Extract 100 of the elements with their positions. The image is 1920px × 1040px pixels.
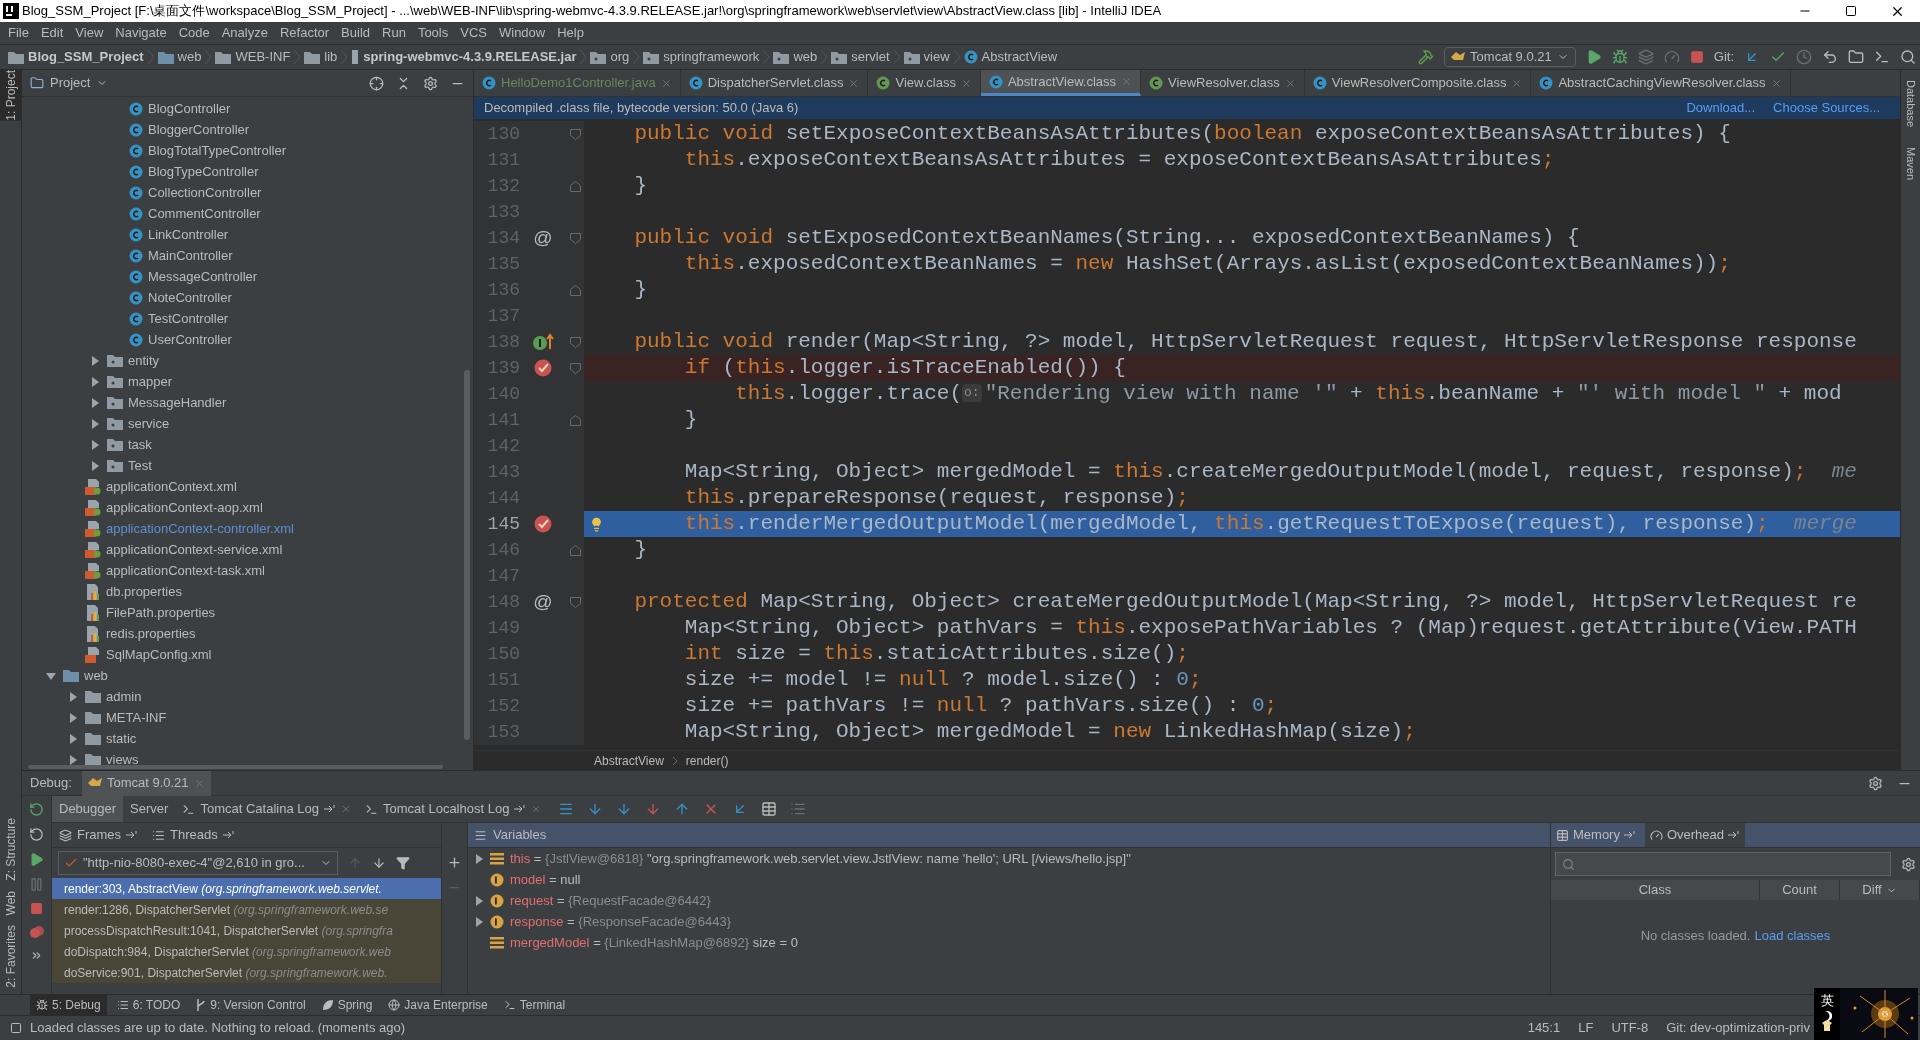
annotation-marker[interactable]: @ [533,223,553,253]
tree-item[interactable]: Test [128,455,152,476]
frames-icon[interactable] [558,801,575,817]
menu-item[interactable]: Window [492,23,552,43]
collapsed-arrow-icon[interactable] [90,418,100,429]
tree-item[interactable]: applicationContext-service.xml [106,539,283,560]
link[interactable]: Choose Sources... [1773,98,1880,118]
tree-item[interactable]: BlogTypeController [148,161,259,182]
breadcrumb-item[interactable]: servlet [851,47,890,67]
menu-item[interactable]: Build [335,23,376,43]
menu-item[interactable]: Navigate [109,23,173,43]
breadcrumb-item[interactable]: spring-webmvc-4.3.9.RELEASE.jar [363,47,577,67]
line-separator[interactable]: LF [1578,1018,1594,1038]
tree-item[interactable]: MessageHandler [128,392,227,413]
collapsed-arrow-icon[interactable] [68,712,78,723]
tool-window-tab[interactable]: Terminal [497,995,572,1015]
variable-entry[interactable]: mergedModel = {LinkedHashMap@6892} size = 0 [510,932,798,953]
tree-item[interactable]: redis.properties [106,623,196,644]
link[interactable]: Download... [1686,98,1756,118]
pause-icon[interactable] [29,877,44,892]
implements-icon[interactable] [532,333,554,351]
collapsed-arrow-icon[interactable] [90,355,100,366]
collapsed-arrow-icon[interactable] [68,691,78,702]
menu-item[interactable]: Edit [34,23,70,43]
side-tab[interactable]: Web [0,890,22,916]
collapsed-arrow-icon[interactable] [90,439,100,450]
collapsed-arrow-icon[interactable] [90,376,100,387]
tree-item[interactable]: static [106,728,137,749]
breadcrumb-item[interactable]: web [177,47,202,67]
search-icon[interactable] [1900,49,1916,65]
variable-entry[interactable]: model = null [510,869,581,890]
side-tab[interactable]: 1: Project [0,70,22,121]
tree-item[interactable]: MessageController [148,266,258,287]
collapsed-arrow-icon[interactable] [474,853,484,864]
tree-item[interactable]: applicationContext.xml [106,476,237,497]
encoding[interactable]: UTF-8 [1611,1018,1649,1038]
variable-entry[interactable]: request = {RequestFacade@6442} [510,890,711,911]
revert-icon[interactable] [1822,49,1838,65]
tree-item[interactable]: task [128,434,152,455]
editor-tab[interactable]: ViewResolver.class [1141,70,1305,96]
breadcrumb-item[interactable]: AbstractView [981,47,1058,67]
menu-item[interactable]: Refactor [273,23,336,43]
tree-item[interactable]: MainController [148,245,233,266]
menu-item[interactable]: View [69,23,110,43]
tree-item[interactable]: admin [106,686,142,707]
fold-end-icon[interactable] [569,414,581,426]
settings-icon[interactable] [1901,856,1916,872]
collapsed-arrow-icon[interactable] [68,733,78,744]
next-frame-icon[interactable] [372,856,386,870]
breakpoint-icon[interactable] [533,514,553,534]
menu-item[interactable]: Run [376,23,412,43]
collapsed-arrow-icon[interactable] [68,754,78,765]
menu-item[interactable]: Tools [411,23,455,43]
tree-item[interactable]: service [128,413,170,434]
tree-item[interactable]: entity [128,350,160,371]
tree-item[interactable]: FilePath.properties [106,602,216,623]
more-icon[interactable] [30,949,43,962]
fold-icon[interactable] [569,596,581,608]
tree-item[interactable]: TestController [148,308,229,329]
load-classes-link[interactable]: Load classes [1754,926,1831,946]
tree-item[interactable]: db.properties [106,581,182,602]
side-tab[interactable]: Maven [1902,147,1919,181]
session-tab[interactable]: Tomcat 9.0.21 [81,770,211,796]
tree-item[interactable]: UserController [148,329,232,350]
collapsed-arrow-icon[interactable] [474,895,484,906]
tree-item[interactable]: web [84,665,108,686]
coverage-icon[interactable] [1637,49,1654,65]
terminal-icon[interactable] [1874,49,1890,65]
breadcrumb-item[interactable]: org [610,47,630,67]
breakpoints-icon[interactable] [28,925,45,939]
panel-tab[interactable]: Threads [145,825,242,845]
tree-item[interactable]: applicationContext-aop.xml [106,497,263,518]
settings-icon[interactable] [423,75,438,91]
column-header[interactable]: Diff [1840,880,1920,900]
resume-icon[interactable] [29,852,44,867]
settings-icon[interactable] [1868,775,1883,791]
menu-item[interactable]: VCS [454,23,493,43]
stop-icon[interactable] [1689,50,1704,64]
panel-tab[interactable]: Overhead [1644,823,1746,847]
panel-tab[interactable]: Memory [1551,823,1641,847]
editor-tab[interactable]: View.class [868,70,981,96]
fold-icon[interactable] [569,336,581,348]
debug-tab[interactable]: Server [123,796,176,822]
editor-tab[interactable]: ViewResolverComposite.class [1304,70,1532,96]
debug-tab[interactable]: Tomcat Localhost Log [357,796,549,822]
menu-item[interactable]: Help [551,23,590,43]
stack-frame[interactable]: render:303, AbstractView (org.springframework.web.servlet. [52,878,441,899]
fold-end-icon[interactable] [569,284,581,296]
ime-widget[interactable]: 英 [1814,988,1918,1040]
debug-tab[interactable]: Tomcat Catalina Log [175,796,358,822]
debug-tab[interactable]: Debugger [52,796,124,822]
collapsed-arrow-icon[interactable] [474,916,484,927]
breadcrumb-item[interactable]: springframework [663,47,760,67]
breadcrumb-item[interactable]: lib [324,47,338,67]
tree-item[interactable]: BloggerController [148,119,250,140]
tree-item[interactable]: BlogTotalTypeController [148,140,287,161]
menu-item[interactable]: Code [172,23,216,43]
breadcrumb-item[interactable]: view [923,47,950,67]
thread-dropdown[interactable]: "http-nio-8080-exec-4"@2,610 in gro... [58,851,338,875]
variable-entry[interactable]: this = {JstlView@6818} "org.springframework.web.servlet.view.JstlView: name 'hello'; URL [/views/hello.jsp]" [510,848,1131,869]
